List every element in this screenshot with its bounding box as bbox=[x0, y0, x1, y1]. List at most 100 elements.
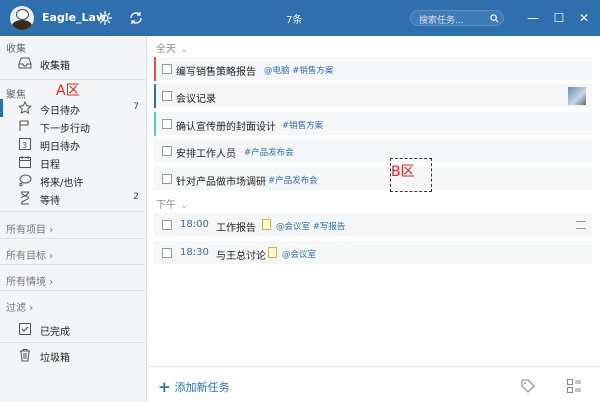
calendar-icon bbox=[19, 156, 31, 168]
sidebar-item-label: 收集箱 bbox=[40, 61, 70, 72]
task-count: 7条 bbox=[286, 15, 303, 26]
sidebar-item-label: 垃圾箱 bbox=[40, 353, 70, 364]
task-time: 18:30 bbox=[180, 247, 209, 258]
sidebar-item-label: 日程 bbox=[40, 160, 60, 171]
task-row[interactable]: 18:00 工作报告 @会议室 #写报告 bbox=[154, 213, 592, 237]
sidebar-item-tomorrow[interactable]: 3 明日待办 bbox=[0, 135, 147, 153]
chevron-down-icon: ⌄ bbox=[180, 44, 189, 55]
task-checkbox[interactable] bbox=[162, 146, 172, 156]
next-action-icon bbox=[19, 120, 29, 131]
filter-label: 过滤 bbox=[6, 303, 26, 314]
sync-icon[interactable] bbox=[128, 10, 144, 26]
star-icon bbox=[18, 101, 32, 115]
group-afternoon-heading[interactable]: 下午 ⌄ bbox=[156, 196, 188, 211]
view-layout-icon[interactable] bbox=[566, 378, 582, 394]
sidebar-item-trash[interactable]: 垃圾箱 bbox=[0, 346, 147, 364]
priority-bar bbox=[154, 84, 156, 108]
sidebar-item-completed[interactable]: 已完成 bbox=[0, 320, 147, 338]
all-contexts-label: 所有情境 bbox=[6, 277, 46, 288]
task-checkbox[interactable] bbox=[162, 119, 172, 129]
sidebar-item-next-action[interactable]: 下一步行动 bbox=[0, 117, 147, 135]
chevron-right-icon: › bbox=[49, 277, 54, 288]
attachment-thumbnail[interactable] bbox=[568, 87, 586, 105]
sidebar-item-inbox[interactable]: 收集箱 bbox=[0, 54, 147, 72]
task-tags[interactable]: @会议室 #写报告 bbox=[276, 220, 345, 232]
note-icon[interactable] bbox=[268, 247, 277, 258]
sidebar-item-label: 明日待办 bbox=[40, 142, 80, 153]
group-afternoon-label: 下午 bbox=[156, 200, 176, 211]
all-goals-toggle[interactable]: 所有目标 › bbox=[6, 247, 53, 262]
chevron-right-icon: › bbox=[49, 225, 54, 236]
divider bbox=[0, 211, 147, 212]
task-row[interactable]: 针对产品做市场调研 #产品发布会 bbox=[154, 167, 592, 191]
sidebar-item-someday[interactable]: 将来/也许 bbox=[0, 171, 147, 189]
search-icon[interactable] bbox=[490, 14, 499, 23]
sidebar-item-label: 下一步行动 bbox=[40, 124, 90, 135]
task-checkbox[interactable] bbox=[162, 91, 172, 101]
avatar[interactable] bbox=[10, 6, 34, 30]
add-task-label: 添加新任务 bbox=[174, 381, 230, 394]
divider bbox=[0, 290, 147, 291]
search-input[interactable]: 搜索任务... bbox=[410, 10, 504, 26]
task-title: 工作报告 bbox=[216, 223, 256, 234]
calendar-tomorrow-icon: 3 bbox=[19, 138, 31, 150]
title-bar: Eagle_Law 7条 搜索任务... — ☐ ✕ bbox=[0, 0, 600, 36]
gear-icon[interactable] bbox=[97, 10, 113, 26]
maximize-button[interactable]: ☐ bbox=[552, 11, 566, 25]
all-projects-label: 所有项目 bbox=[6, 225, 46, 236]
minimize-button[interactable]: — bbox=[526, 11, 540, 25]
collect-section-heading: 收集 bbox=[6, 44, 26, 55]
sidebar-item-label: 将来/也许 bbox=[40, 178, 84, 189]
task-title: 安排工作人员 bbox=[176, 149, 236, 160]
chevron-right-icon: › bbox=[49, 251, 54, 262]
priority-bar bbox=[154, 112, 156, 136]
zone-b-marker: B区 bbox=[390, 158, 432, 192]
sidebar-item-waiting[interactable]: 等待 2 bbox=[0, 189, 147, 207]
task-checkbox[interactable] bbox=[162, 220, 172, 230]
task-tags[interactable]: @会议室 bbox=[282, 248, 316, 260]
task-title: 确认宣传册的封面设计 bbox=[176, 122, 276, 133]
all-goals-label: 所有目标 bbox=[6, 251, 46, 262]
note-icon[interactable] bbox=[262, 219, 271, 230]
sidebar-item-label: 今日待办 bbox=[40, 106, 80, 117]
sidebar-item-count: 7 bbox=[133, 102, 139, 112]
task-tags[interactable]: @电脑 #销售方案 bbox=[264, 64, 333, 76]
task-row[interactable]: 会议记录 bbox=[154, 84, 592, 108]
list-icon[interactable] bbox=[576, 221, 586, 229]
close-button[interactable]: ✕ bbox=[577, 11, 591, 25]
chevron-right-icon: › bbox=[29, 303, 34, 314]
task-row[interactable]: 安排工作人员 #产品发布会 bbox=[154, 139, 592, 163]
task-tags[interactable]: #产品发布会 bbox=[268, 174, 318, 186]
task-row[interactable]: 编写销售策略报告 @电脑 #销售方案 bbox=[154, 57, 592, 81]
task-title: 编写销售策略报告 bbox=[176, 67, 256, 78]
checkbox-checked-icon bbox=[19, 323, 31, 335]
all-contexts-toggle[interactable]: 所有情境 › bbox=[6, 273, 53, 288]
group-allday-label: 全天 bbox=[156, 44, 176, 55]
footer-bar: + 添加新任务 bbox=[148, 366, 600, 402]
group-allday-heading[interactable]: 全天 ⌄ bbox=[156, 40, 188, 55]
task-checkbox[interactable] bbox=[162, 248, 172, 258]
task-tags[interactable]: #销售方案 bbox=[282, 119, 323, 131]
search-placeholder: 搜索任务... bbox=[419, 16, 464, 26]
divider bbox=[0, 342, 147, 343]
task-checkbox[interactable] bbox=[162, 174, 172, 184]
sidebar-item-today[interactable]: 今日待办 7 bbox=[0, 99, 147, 117]
task-row[interactable]: 确认宣传册的封面设计 #销售方案 bbox=[154, 112, 592, 136]
task-checkbox[interactable] bbox=[162, 64, 172, 74]
sidebar-item-label: 已完成 bbox=[40, 327, 70, 338]
svg-text:3: 3 bbox=[22, 141, 27, 150]
hourglass-icon bbox=[21, 191, 30, 205]
sidebar-item-count: 2 bbox=[133, 192, 139, 202]
all-projects-toggle[interactable]: 所有项目 › bbox=[6, 221, 53, 236]
add-task-button[interactable]: + 添加新任务 bbox=[158, 378, 230, 396]
tag-icon[interactable] bbox=[520, 378, 536, 394]
task-tags[interactable]: #产品发布会 bbox=[244, 146, 294, 158]
sidebar-item-label: 等待 bbox=[40, 196, 60, 207]
trash-icon bbox=[20, 349, 30, 362]
sidebar-item-schedule[interactable]: 日程 bbox=[0, 153, 147, 171]
task-row[interactable]: 18:30 与王总讨论 @会议室 bbox=[154, 241, 592, 265]
task-title: 与王总讨论 bbox=[216, 251, 266, 262]
filter-toggle[interactable]: 过滤 › bbox=[6, 299, 33, 314]
task-list-panel: 全天 ⌄ 编写销售策略报告 @电脑 #销售方案 会议记录 确认宣传册的封面设计 #… bbox=[148, 36, 600, 402]
zone-a-label: A区 bbox=[56, 83, 80, 99]
